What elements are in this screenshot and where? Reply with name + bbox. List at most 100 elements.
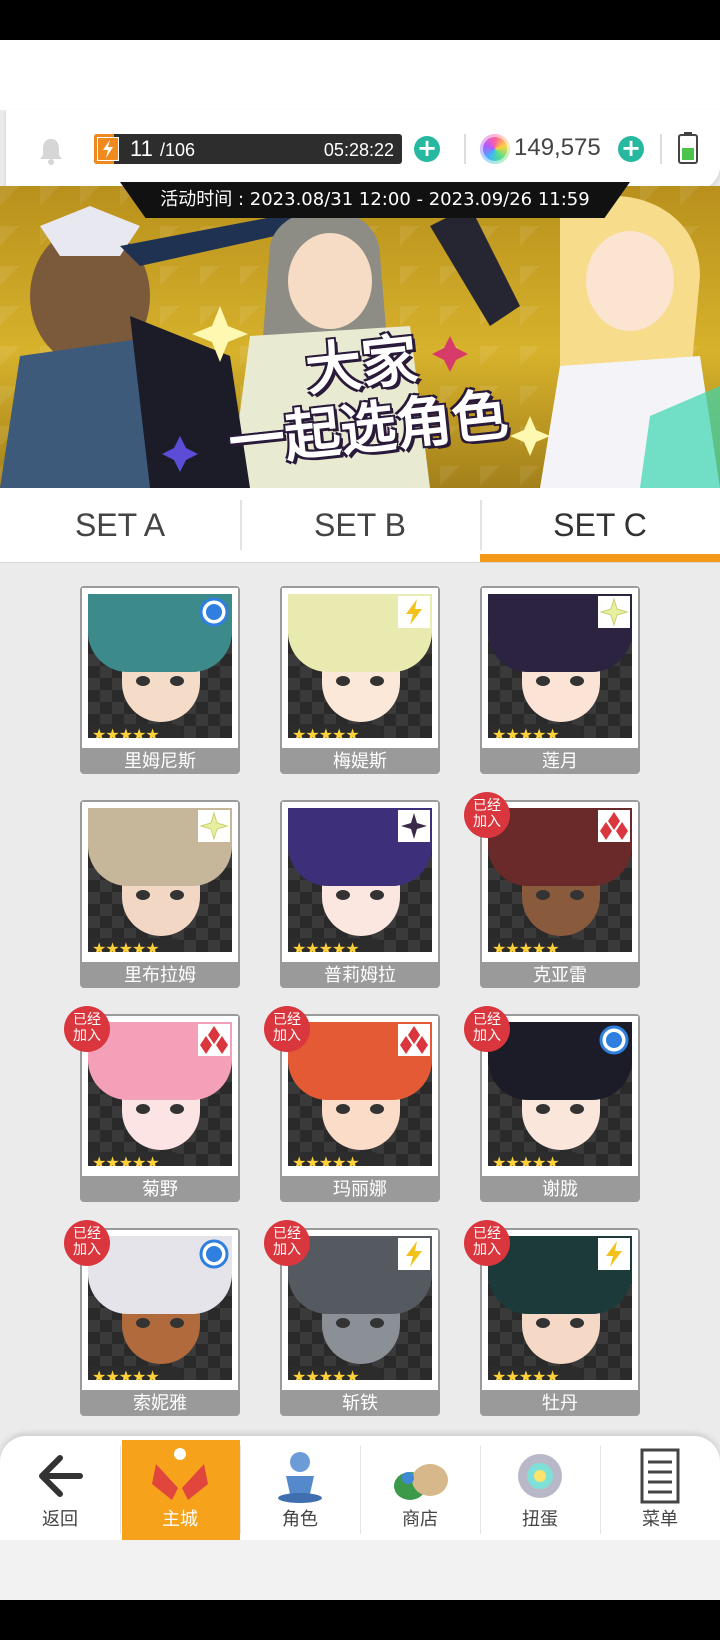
divider <box>660 134 662 164</box>
lightning-icon <box>398 596 430 628</box>
character-name: 菊野 <box>142 1179 178 1200</box>
lightning-icon <box>398 1238 430 1270</box>
joined-badge-line2: 加入 <box>473 814 501 830</box>
add-stamina-button[interactable]: + <box>414 136 440 162</box>
shop-icon <box>394 1464 448 1500</box>
star-rating: ★★★★★ <box>488 938 584 952</box>
active-tab-underline <box>480 554 720 562</box>
portrait-eye <box>136 890 150 900</box>
character-name: 里布拉姆 <box>124 965 196 986</box>
star-rating: ★★★★★ <box>88 1152 184 1166</box>
character-card[interactable]: ★★★★★ 牡丹 已经 加入 <box>464 1220 640 1416</box>
portrait-eye <box>136 1104 150 1114</box>
nav-gacha-label: 扭蛋 <box>522 1509 558 1530</box>
lightning-icon <box>97 137 119 161</box>
joined-badge-line1: 已经 <box>273 1226 301 1242</box>
star-rating: ★★★★★ <box>288 724 384 738</box>
star-rating: ★★★★★ <box>288 938 384 952</box>
character-card[interactable]: ★★★★★ 莲月 <box>480 586 640 774</box>
character-name: 谢胧 <box>542 1179 578 1200</box>
character-card[interactable]: ★★★★★ 梅媞斯 <box>280 586 440 774</box>
tab-set-a[interactable]: SET A <box>0 488 240 562</box>
portrait-eye <box>136 676 150 686</box>
star-rating: ★★★★★ <box>488 724 584 738</box>
nav-shop[interactable]: 商店 <box>360 1436 480 1540</box>
portrait-eye <box>336 676 350 686</box>
stamina-bar: 11 /106 05:28:22 <box>94 134 402 164</box>
character-card[interactable]: ★★★★★ 里布拉姆 <box>80 800 240 988</box>
character-card[interactable]: ★★★★★ 普莉姆拉 <box>280 800 440 988</box>
gacha-icon <box>518 1454 562 1498</box>
character-icon <box>278 1452 322 1503</box>
nav-back[interactable]: 返回 <box>0 1436 120 1540</box>
character-name: 普莉姆拉 <box>324 965 396 986</box>
portrait-eye <box>370 676 384 686</box>
portrait-eye <box>570 1104 584 1114</box>
portrait-eye <box>570 676 584 686</box>
menu-icon <box>640 1448 680 1504</box>
portrait-eye <box>536 890 550 900</box>
character-name: 莲月 <box>542 751 578 772</box>
portrait-eye <box>570 1318 584 1328</box>
portrait-eye <box>170 676 184 686</box>
event-time-text: 活动时间 : 2023.08/31 12:00 - 2023.09/26 11:… <box>160 189 590 210</box>
joined-badge-line1: 已经 <box>73 1012 101 1028</box>
character-card[interactable]: ★★★★★ 里姆尼斯 <box>80 586 240 774</box>
battery-icon <box>678 132 698 164</box>
circle-icon <box>199 1239 229 1269</box>
joined-badge-line2: 加入 <box>473 1242 501 1258</box>
portrait-eye <box>536 1318 550 1328</box>
character-card[interactable]: ★★★★★ 克亚雷 已经 加入 <box>464 792 640 988</box>
star-rating: ★★★★★ <box>88 1366 184 1380</box>
nav-back-label: 返回 <box>42 1509 78 1530</box>
nav-character[interactable]: 角色 <box>240 1436 360 1540</box>
circle-icon <box>599 1025 629 1055</box>
joined-badge: 已经 加入 <box>464 1006 510 1052</box>
circle-icon <box>199 597 229 627</box>
joined-badge-line1: 已经 <box>473 1226 501 1242</box>
sparkle-icon <box>598 596 630 628</box>
joined-badge-line2: 加入 <box>73 1242 101 1258</box>
add-gems-button[interactable]: + <box>618 136 644 162</box>
joined-badge: 已经 加入 <box>64 1006 110 1052</box>
portrait-eye <box>570 890 584 900</box>
star-rating: ★★★★★ <box>488 1366 584 1380</box>
character-card[interactable]: ★★★★★ 索妮雅 已经 加入 <box>64 1220 240 1416</box>
joined-badge-line1: 已经 <box>473 798 501 814</box>
tab-set-c[interactable]: SET C <box>480 488 720 562</box>
joined-badge: 已经 加入 <box>264 1220 310 1266</box>
nav-gacha[interactable]: 扭蛋 <box>480 1436 600 1540</box>
event-time-bar: 活动时间 : 2023.08/31 12:00 - 2023.09/26 11:… <box>120 182 630 218</box>
character-card[interactable]: ★★★★★ 斩铁 已经 加入 <box>264 1220 440 1416</box>
tab-set-b[interactable]: SET B <box>240 488 480 562</box>
event-banner[interactable]: 大家 一起选角色 <box>0 186 720 488</box>
character-card[interactable]: ★★★★★ 玛丽娜 已经 加入 <box>264 1006 440 1202</box>
joined-badge-line2: 加入 <box>73 1028 101 1044</box>
joined-badge: 已经 加入 <box>464 792 510 838</box>
nav-menu[interactable]: 菜单 <box>600 1436 720 1540</box>
diamonds-icon <box>198 1024 230 1056</box>
star-rating: ★★★★★ <box>88 724 184 738</box>
bottom-navigation: 返回 主城 角色 商店 扭蛋 菜单 <box>0 1436 720 1540</box>
joined-badge-line2: 加入 <box>473 1028 501 1044</box>
star-rating: ★★★★★ <box>288 1366 384 1380</box>
nav-main-city-label: 主城 <box>162 1509 198 1530</box>
stamina-current: 11 <box>130 136 153 161</box>
system-top-bar <box>0 0 720 40</box>
character-name: 索妮雅 <box>133 1393 187 1414</box>
character-card[interactable]: ★★★★★ 谢胧 已经 加入 <box>464 1006 640 1202</box>
set-tabs: SET A SET B SET C <box>0 488 720 563</box>
stamina-timer: 05:28:22 <box>323 140 394 160</box>
portrait-eye <box>336 890 350 900</box>
portrait-eye <box>536 1104 550 1114</box>
portrait-eye <box>536 676 550 686</box>
character-name: 玛丽娜 <box>333 1179 387 1200</box>
character-card[interactable]: ★★★★★ 菊野 已经 加入 <box>64 1006 240 1202</box>
bell-icon[interactable] <box>36 136 66 166</box>
portrait-eye <box>170 1104 184 1114</box>
nav-main-city[interactable]: 主城 <box>120 1436 240 1540</box>
star-rating: ★★★★★ <box>488 1152 584 1166</box>
character-name: 里姆尼斯 <box>124 751 196 772</box>
divider <box>464 134 466 164</box>
joined-badge: 已经 加入 <box>64 1220 110 1266</box>
